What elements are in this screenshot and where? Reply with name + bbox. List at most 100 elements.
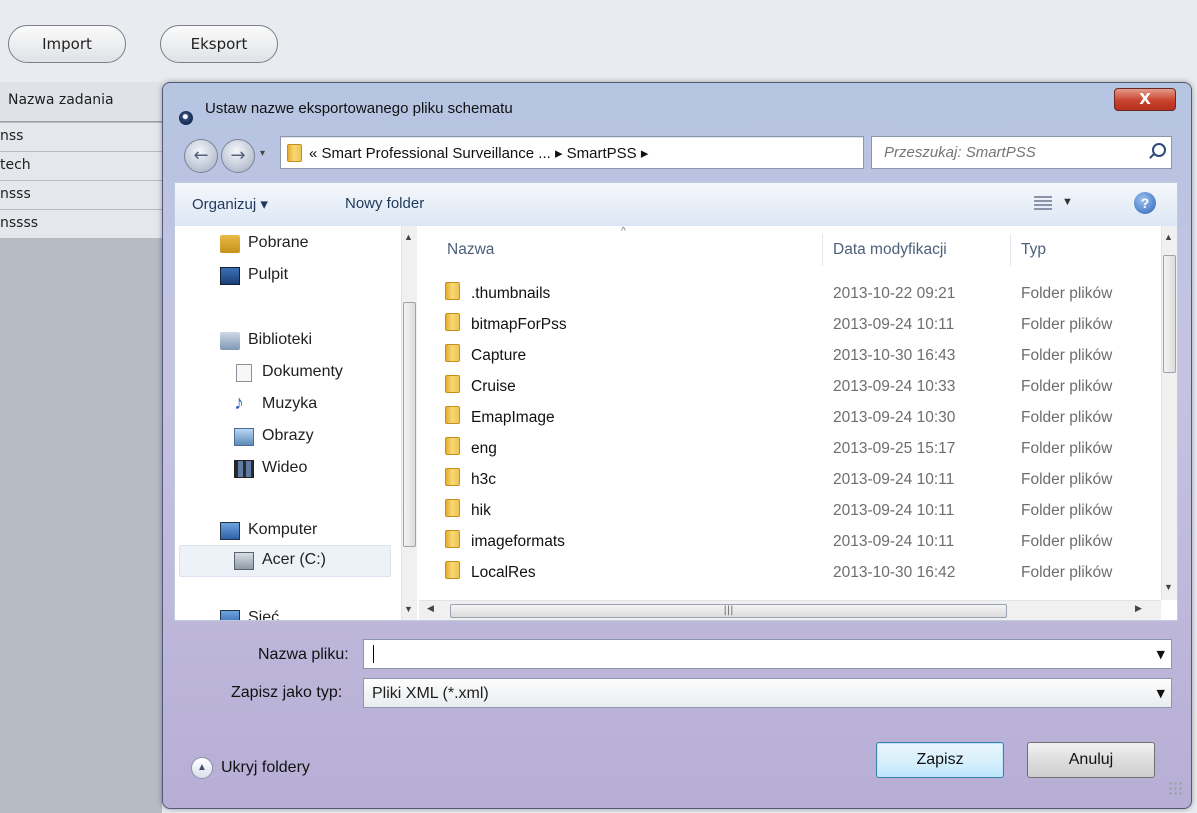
nav-item-label: Obrazy	[262, 427, 314, 444]
column-divider[interactable]	[822, 234, 823, 266]
filename-combo[interactable]: ▼	[363, 639, 1172, 669]
file-type: Folder plików	[1021, 378, 1113, 395]
nav-item-label: Muzyka	[262, 395, 318, 412]
file-name: h3c	[471, 471, 496, 488]
hscroll-thumb[interactable]: |||	[450, 604, 1007, 618]
organize-menu[interactable]: Organizuj ▾	[192, 195, 268, 213]
nav-item-label: Dokumenty	[262, 363, 343, 380]
recent-locations-dropdown[interactable]: ▾	[260, 148, 265, 159]
file-row[interactable]: h3c 2013-09-24 10:11 Folder plików	[437, 464, 1157, 495]
cancel-button[interactable]: Anuluj	[1027, 742, 1155, 778]
back-button[interactable]: ←	[184, 139, 218, 173]
filename-input[interactable]	[364, 640, 1144, 668]
savetype-label: Zapisz jako typ:	[231, 684, 343, 701]
file-date: 2013-09-24 10:11	[833, 316, 955, 333]
file-date: 2013-09-24 10:11	[833, 533, 955, 550]
folder-icon	[445, 468, 460, 486]
view-dropdown[interactable]: ▼	[1062, 196, 1073, 208]
files-scroll-thumb[interactable]	[1163, 255, 1176, 373]
folder-icon	[445, 375, 460, 393]
file-date: 2013-09-25 15:17	[833, 440, 956, 457]
column-divider[interactable]	[1010, 234, 1011, 266]
column-date[interactable]: Data modyfikacji	[833, 241, 947, 259]
column-name[interactable]: Nazwa	[447, 241, 494, 259]
file-name: EmapImage	[471, 409, 555, 426]
sort-ascending-icon: ^	[621, 226, 626, 237]
network-icon	[220, 610, 240, 620]
import-button[interactable]: Import	[8, 25, 126, 63]
browser-panes: Pobrane Pulpit Biblioteki Dokumenty ♪ Mu…	[174, 226, 1178, 621]
hide-folders-label: Ukryj foldery	[221, 759, 310, 776]
video-icon	[234, 460, 254, 478]
file-name: Cruise	[471, 378, 516, 395]
file-type: Folder plików	[1021, 564, 1113, 581]
nav-item-label: Pulpit	[248, 266, 289, 283]
file-row[interactable]: imageformats 2013-09-24 10:11 Folder pli…	[437, 526, 1157, 557]
savetype-value: Pliki XML (*.xml)	[372, 685, 489, 702]
file-row[interactable]: eng 2013-09-25 15:17 Folder plików	[437, 433, 1157, 464]
file-name: .thumbnails	[471, 285, 551, 302]
scroll-up-icon[interactable]: ▲	[1164, 232, 1173, 242]
task-row[interactable]: nsss	[0, 181, 162, 210]
scroll-down-icon[interactable]: ▼	[404, 604, 413, 614]
address-bar[interactable]: « Smart Professional Surveillance ... ▸ …	[280, 136, 968, 169]
file-name: bitmapForPss	[471, 316, 567, 333]
nav-scrollbar[interactable]: ▲ ▼	[401, 226, 417, 620]
close-button[interactable]: X	[1114, 88, 1176, 111]
file-name: eng	[471, 440, 497, 457]
nav-item-label: Wideo	[262, 459, 308, 476]
search-icon[interactable]	[1152, 143, 1166, 157]
file-type: Folder plików	[1021, 316, 1113, 333]
folder-icon	[445, 437, 460, 455]
save-button[interactable]: Zapisz	[876, 742, 1004, 778]
savetype-select[interactable]: Pliki XML (*.xml) ▼	[363, 678, 1172, 708]
file-type: Folder plików	[1021, 471, 1113, 488]
files-scrollbar[interactable]: ▲ ▼	[1161, 226, 1177, 600]
scroll-right-icon[interactable]: ▶	[1135, 604, 1142, 614]
file-row[interactable]: bitmapForPss 2013-09-24 10:11 Folder pli…	[437, 309, 1157, 340]
dialog-title: Ustaw nazwe eksportowanego pliku schemat…	[205, 100, 513, 117]
nav-item-label: Komputer	[248, 521, 318, 538]
scroll-up-icon[interactable]: ▲	[404, 232, 413, 242]
file-type: Folder plików	[1021, 409, 1113, 426]
view-options-icon[interactable]	[1034, 196, 1052, 212]
save-dialog: Ustaw nazwe eksportowanego pliku schemat…	[162, 82, 1192, 809]
search-input[interactable]	[872, 137, 1142, 168]
scroll-left-icon[interactable]: ◀	[427, 604, 434, 614]
folder-icon	[445, 406, 460, 424]
nav-scroll-thumb[interactable]	[403, 302, 416, 547]
folder-icon	[445, 499, 460, 517]
file-row[interactable]: hik 2013-09-24 10:11 Folder plików	[437, 495, 1157, 526]
file-name: LocalRes	[471, 564, 536, 581]
task-row[interactable]: nssss	[0, 210, 162, 239]
column-type[interactable]: Typ	[1021, 241, 1046, 259]
folder-icon	[445, 561, 460, 579]
desktop-icon	[220, 267, 240, 285]
files-hscrollbar[interactable]: ◀ ||| ▶	[419, 600, 1161, 620]
chevron-down-icon[interactable]: ▼	[1157, 687, 1165, 700]
file-row[interactable]: EmapImage 2013-09-24 10:30 Folder plików	[437, 402, 1157, 433]
help-icon[interactable]: ?	[1134, 192, 1156, 214]
task-row[interactable]: nss	[0, 123, 162, 152]
scroll-down-icon[interactable]: ▼	[1164, 582, 1173, 592]
filename-label: Nazwa pliku:	[258, 646, 349, 663]
search-box[interactable]	[871, 136, 1172, 169]
address-path[interactable]: « Smart Professional Surveillance ... ▸ …	[309, 144, 648, 162]
navigation-pane: Pobrane Pulpit Biblioteki Dokumenty ♪ Mu…	[175, 226, 419, 620]
command-bar: Organizuj ▾ Nowy folder ▼ ?	[174, 182, 1178, 226]
nav-item-label: Biblioteki	[248, 331, 313, 348]
task-row[interactable]: tech	[0, 152, 162, 181]
file-row[interactable]: LocalRes 2013-10-30 16:42 Folder plików	[437, 557, 1157, 588]
file-row[interactable]: .thumbnails 2013-10-22 09:21 Folder plik…	[437, 278, 1157, 309]
forward-button[interactable]: →	[221, 139, 255, 173]
chevron-down-icon[interactable]: ▼	[1157, 648, 1165, 661]
resize-grip-icon[interactable]	[1168, 781, 1182, 795]
file-row[interactable]: Capture 2013-10-30 16:43 Folder plików	[437, 340, 1157, 371]
file-name: imageformats	[471, 533, 565, 550]
export-button[interactable]: Eksport	[160, 25, 278, 63]
file-date: 2013-10-30 16:43	[833, 347, 956, 364]
downloads-icon	[220, 235, 240, 253]
new-folder-button[interactable]: Nowy folder	[345, 195, 424, 212]
file-date: 2013-10-22 09:21	[833, 285, 956, 302]
file-row[interactable]: Cruise 2013-09-24 10:33 Folder plików	[437, 371, 1157, 402]
